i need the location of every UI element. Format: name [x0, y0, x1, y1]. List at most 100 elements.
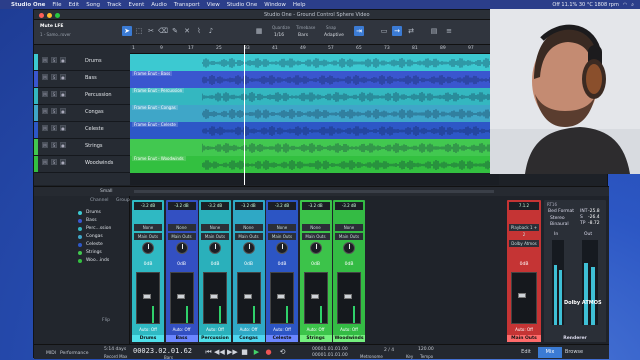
- mute-button[interactable]: M: [42, 125, 48, 131]
- zoom-size-label[interactable]: Small: [100, 189, 113, 194]
- channel-gain[interactable]: -3.2 dB: [167, 202, 196, 210]
- menu-transport[interactable]: Transport: [174, 2, 200, 8]
- track-header[interactable]: M S ● Woodwinds: [34, 156, 130, 173]
- tempo-value[interactable]: 120.00: [418, 347, 434, 352]
- mute-button[interactable]: M: [42, 91, 48, 97]
- main-playback[interactable]: Playback 1 + 2: [509, 224, 539, 237]
- track-header[interactable]: M S ● Strings: [34, 139, 130, 156]
- main-automation[interactable]: Auto: Off: [509, 327, 539, 332]
- track-header[interactable]: M S ● Bass: [34, 71, 130, 88]
- channel-visibility-icon[interactable]: [78, 211, 82, 215]
- mixer-channel-strip[interactable]: -3.2 dB None Main Outs 0dB Auto: Off Bass: [165, 200, 198, 342]
- channel-gain[interactable]: -3.2 dB: [335, 202, 363, 210]
- volume-fader[interactable]: [176, 294, 185, 300]
- metronome-label[interactable]: Metronome: [360, 354, 383, 359]
- output-select[interactable]: Main Outs: [335, 233, 363, 240]
- flip-button[interactable]: Flip: [102, 318, 110, 323]
- channel-gain[interactable]: -3.2 dB: [268, 202, 296, 210]
- output-select[interactable]: Main Outs: [167, 233, 196, 240]
- paint-tool-icon[interactable]: ✎: [170, 26, 180, 36]
- event-label[interactable]: Frame Enut - Percussion: [132, 88, 185, 93]
- record-arm-button[interactable]: ●: [60, 159, 66, 165]
- mute-button[interactable]: M: [42, 74, 48, 80]
- channel-name-label[interactable]: Celeste: [266, 335, 298, 342]
- stop-icon[interactable]: ■: [240, 348, 249, 357]
- main-fader-track[interactable]: [511, 272, 537, 324]
- timebase-value[interactable]: Bars: [298, 33, 308, 38]
- track-lane[interactable]: Frame Enut - Celeste: [130, 122, 499, 139]
- follow-icon[interactable]: →: [392, 26, 402, 36]
- menu-help[interactable]: Help: [293, 2, 306, 8]
- key-label[interactable]: Key: [406, 354, 413, 359]
- main-plugin[interactable]: Dolby Atmos: [509, 240, 539, 247]
- fader-track[interactable]: [337, 272, 361, 324]
- tab-edit[interactable]: Edit: [514, 347, 538, 358]
- menu-audio[interactable]: Audio: [151, 2, 167, 8]
- channel-visibility-icon[interactable]: [78, 243, 82, 247]
- channel-name-label[interactable]: Bass: [165, 335, 198, 342]
- automation-mode[interactable]: Auto: Off: [134, 327, 162, 332]
- main-volume[interactable]: 0dB: [509, 262, 539, 267]
- track-lane[interactable]: Frame Enut - Woodwinds: [130, 156, 499, 173]
- track-name[interactable]: Congas: [85, 109, 104, 115]
- volume-readout[interactable]: 0dB: [168, 262, 196, 267]
- minimize-window-icon[interactable]: [47, 13, 52, 18]
- main-out-strip[interactable]: 7.1.2 Playback 1 + 2 Dolby Atmos 0dB Auto: O…: [507, 200, 541, 342]
- pan-knob[interactable]: [175, 242, 188, 254]
- record-arm-button[interactable]: ●: [60, 142, 66, 148]
- automation-mode[interactable]: Auto: Off: [201, 327, 229, 332]
- output-select[interactable]: Main Outs: [134, 233, 162, 240]
- channel-gain[interactable]: -3.2 dB: [201, 202, 229, 210]
- insert-slot[interactable]: None: [335, 224, 363, 231]
- output-select[interactable]: Main Outs: [301, 233, 330, 240]
- fader-track[interactable]: [136, 272, 160, 324]
- track-lane[interactable]: Frame Enut - Congas: [130, 105, 499, 122]
- event-label[interactable]: Frame Enut - Woodwinds: [132, 156, 186, 161]
- cursor-follow-icon[interactable]: ⇄: [406, 26, 416, 36]
- mixer-channel-strip[interactable]: -3.2 dB None Main Outs 0dB Auto: Off Strings: [299, 200, 332, 342]
- menu-app-name[interactable]: Studio One: [11, 2, 45, 8]
- playhead[interactable]: [244, 45, 245, 185]
- binaural-option[interactable]: Binaural: [550, 222, 569, 227]
- timeline-ruler[interactable]: 1917253341495765738189971051131211291371…: [130, 45, 499, 54]
- mute-tool-icon[interactable]: ✕: [182, 26, 192, 36]
- performance-label[interactable]: Performance: [60, 351, 89, 356]
- output-select[interactable]: Main Outs: [201, 233, 229, 240]
- automation-mode[interactable]: Auto: Off: [235, 327, 263, 332]
- menu-studio-one[interactable]: Studio One: [227, 2, 257, 8]
- horizontal-scrollbar[interactable]: [134, 190, 494, 193]
- channel-name-label[interactable]: Congas: [232, 335, 265, 342]
- insert-slot[interactable]: None: [134, 224, 162, 231]
- solo-button[interactable]: S: [51, 125, 57, 131]
- arrangement-view[interactable]: 1917253341495765738189971051131211291371…: [130, 45, 499, 185]
- battery-status[interactable]: Off 11.1% 30 °C 1808 rpm: [552, 2, 618, 8]
- mute-button[interactable]: M: [42, 57, 48, 63]
- pan-knob[interactable]: [242, 242, 255, 254]
- zoom-window-icon[interactable]: [55, 13, 60, 18]
- range-tool-icon[interactable]: ⬚: [134, 26, 144, 36]
- bend-tool-icon[interactable]: ⌇: [194, 26, 204, 36]
- track-lane[interactable]: [130, 54, 499, 71]
- snap-toggle-icon[interactable]: ⇥: [354, 26, 364, 36]
- pan-knob[interactable]: [142, 242, 154, 254]
- automation-mode[interactable]: Auto: Off: [302, 327, 330, 332]
- main-out-label[interactable]: Main Outs: [507, 335, 541, 342]
- channel-visibility-icon[interactable]: [78, 227, 82, 231]
- automation-mode[interactable]: Auto: Off: [168, 327, 196, 332]
- record-arm-button[interactable]: ●: [60, 91, 66, 97]
- tab-mix[interactable]: Mix: [538, 347, 562, 358]
- channel-visibility-icon[interactable]: [78, 219, 82, 223]
- volume-fader[interactable]: [344, 294, 352, 300]
- mixer-channel-strip[interactable]: -3.2 dB None Main Outs 0dB Auto: Off Drums: [132, 200, 164, 342]
- fader-track[interactable]: [270, 272, 294, 324]
- mute-button[interactable]: M: [42, 159, 48, 165]
- volume-readout[interactable]: 0dB: [134, 262, 162, 267]
- mixer-channel-strip[interactable]: -3.2 dB None Main Outs 0dB Auto: Off Woodwind…: [333, 200, 365, 342]
- volume-fader[interactable]: [310, 294, 319, 300]
- channel-visibility-icon[interactable]: [78, 259, 82, 263]
- close-window-icon[interactable]: [39, 13, 44, 18]
- channel-list-item[interactable]: Strings: [86, 250, 102, 255]
- track-header[interactable]: M S ● Drums: [34, 54, 130, 71]
- volume-fader[interactable]: [243, 294, 252, 300]
- fader-track[interactable]: [203, 272, 227, 324]
